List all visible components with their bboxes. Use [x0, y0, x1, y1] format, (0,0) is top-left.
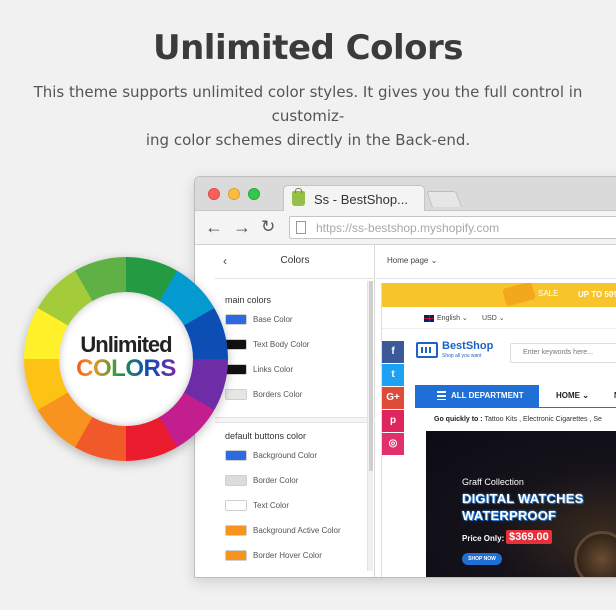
close-window-icon[interactable] [208, 188, 220, 200]
quick-links-text[interactable]: Tattoo Kits , Electronic Cigarettes , Se [484, 416, 602, 423]
color-option-label: Border Hover Color [253, 551, 322, 560]
sidebar-scrollbar[interactable] [367, 281, 373, 571]
color-option-label: Text Body Color [253, 340, 310, 349]
banner-title: DIGITAL WATCHES WATERPROOF [462, 491, 584, 523]
menu-icon [437, 391, 446, 400]
store-preview: SALE UP TO 50% English ⌄ USD ⌄ f t G+ p … [381, 283, 616, 577]
promo-text: UP TO 50% [578, 290, 616, 299]
description-line-2: ing color schemes directly in the Back-e… [145, 131, 471, 149]
color-swatch[interactable] [225, 500, 247, 511]
page-icon [296, 221, 306, 234]
price-value: $369.00 [506, 530, 552, 544]
search-input[interactable]: Enter keywords here... [510, 343, 616, 363]
color-wheel: Unlimited COLORS [24, 257, 228, 461]
shop-now-button[interactable]: SHOP NOW [462, 553, 502, 565]
uk-flag-icon [424, 315, 434, 322]
browser-titlebar: Ss - BestShop... [195, 177, 616, 212]
scrollbar-thumb[interactable] [369, 281, 373, 471]
instagram-icon[interactable]: ◎ [382, 433, 404, 455]
color-swatch[interactable] [225, 475, 247, 486]
language-select[interactable]: English ⌄ [437, 314, 468, 322]
coupon-icon [502, 283, 536, 307]
price-label: Price Only: [462, 534, 505, 543]
section-divider [215, 417, 375, 423]
color-option-label: Links Color [253, 365, 294, 374]
currency-select[interactable]: USD ⌄ [482, 314, 505, 322]
sidebar-title: Colors [280, 255, 310, 266]
color-swatch[interactable] [225, 364, 247, 375]
address-bar[interactable]: https://ss-bestshop.myshopify.com [289, 216, 616, 239]
browser-window: Ss - BestShop... ← → ↻ https://ss-bestsh… [194, 176, 616, 578]
color-swatch[interactable] [225, 389, 247, 400]
color-option-label: Text Color [253, 501, 290, 510]
reload-icon[interactable]: ↻ [261, 217, 275, 237]
arrow-right-icon[interactable]: → [233, 217, 251, 237]
quick-links: Go quickly to : Tattoo Kits , Electronic… [434, 416, 602, 423]
customizer-sidebar: ‹ Colors main colors Base Color Text Bod… [215, 245, 375, 577]
quick-label: Go quickly to : [434, 416, 483, 423]
all-department-button[interactable]: ALL DEPARTMENT [415, 385, 539, 407]
browser-tab[interactable]: Ss - BestShop... [283, 185, 425, 212]
maximize-window-icon[interactable] [248, 188, 260, 200]
arrow-left-icon[interactable]: ← [205, 217, 223, 237]
banner-kicker: Graff Collection [462, 477, 524, 487]
color-swatch[interactable] [225, 314, 247, 325]
nav-home[interactable]: HOME ⌄ [556, 391, 589, 400]
color-swatch[interactable] [225, 525, 247, 536]
color-swatch[interactable] [225, 450, 247, 461]
description-line-1: This theme supports unlimited color styl… [33, 83, 583, 125]
sidebar-header: ‹ Colors [215, 245, 375, 279]
page-description: This theme supports unlimited color styl… [14, 80, 602, 152]
search-placeholder: Enter keywords here... [523, 349, 594, 356]
shopify-bag-icon [292, 188, 305, 206]
tab-title: Ss - BestShop... [314, 192, 408, 207]
google-plus-icon[interactable]: G+ [382, 387, 404, 409]
hero-banner[interactable]: Graff Collection DIGITAL WATCHES WATERPR… [426, 431, 616, 577]
color-option-label: Background Active Color [253, 526, 341, 535]
color-swatch[interactable] [225, 339, 247, 350]
group-label-default-buttons: default buttons color [225, 431, 307, 441]
page-select-dropdown[interactable]: Home page ⌄ [387, 256, 437, 265]
promo-bar[interactable]: SALE UP TO 50% [382, 283, 616, 307]
minimize-window-icon[interactable] [228, 188, 240, 200]
nav-underline [415, 407, 616, 408]
sale-badge: SALE [538, 289, 559, 298]
color-option-label: Background Color [253, 451, 318, 460]
store-logo-name[interactable]: BestShop [442, 340, 493, 352]
color-option-label: Borders Color [253, 390, 303, 399]
facebook-icon[interactable]: f [382, 341, 404, 363]
store-logo-icon[interactable] [416, 342, 438, 358]
color-option-label: Base Color [253, 315, 293, 324]
page-title: Unlimited Colors [152, 28, 464, 68]
preview-topbar: Home page ⌄ [376, 245, 616, 279]
browser-toolbar: ← → ↻ https://ss-bestshop.myshopify.com [195, 211, 616, 245]
color-option-label: Border Color [253, 476, 299, 485]
language-currency-row: English ⌄ USD ⌄ [382, 307, 616, 329]
badge-word-colors: COLORS [59, 355, 193, 383]
group-label-main-colors: main colors [225, 295, 272, 305]
color-wheel-center: Unlimited COLORS [59, 292, 193, 426]
twitter-icon[interactable]: t [382, 364, 404, 386]
pinterest-icon[interactable]: p [382, 410, 404, 432]
watch-image [574, 531, 616, 577]
url-text: https://ss-bestshop.myshopify.com [316, 221, 500, 235]
new-tab-button[interactable] [426, 191, 462, 207]
department-label: ALL DEPARTMENT [451, 391, 524, 400]
store-logo-tagline: Shop all you want [442, 353, 482, 359]
color-swatch[interactable] [225, 550, 247, 561]
